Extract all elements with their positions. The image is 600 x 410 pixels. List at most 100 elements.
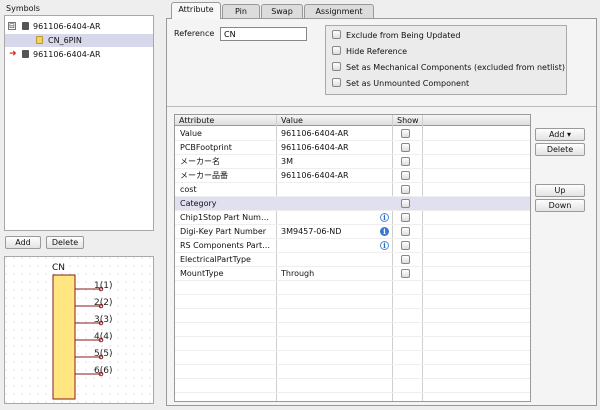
collapse-icon[interactable]: ⊟ [8,22,16,30]
attribute-cell[interactable]: Digi-Key Part Number [180,225,274,239]
value-cell[interactable]: 961106-6404-AR [281,169,381,183]
tab-pin[interactable]: Pin [222,4,260,18]
delete-symbol-button[interactable]: Delete [46,236,84,249]
attribute-cell[interactable]: MountType [180,267,274,281]
show-checkbox[interactable] [401,185,410,194]
tree-node-label: CN_6PIN [48,36,82,45]
pin-name: (5) [100,349,113,359]
table-row[interactable]: メーカー名 3M [175,155,530,169]
show-checkbox[interactable] [401,143,410,152]
pin-label: 3(3) [94,315,112,325]
column-header-attribute[interactable]: Attribute [175,115,277,126]
table-row[interactable]: Category [175,197,530,211]
pin-name: (4) [100,332,113,342]
symbol-body [52,274,76,400]
part-icon [22,50,29,58]
column-header-value[interactable]: Value [277,115,393,126]
pin-label: 1(1) [94,281,112,291]
attribute-cell[interactable]: Value [180,127,274,141]
value-cell[interactable]: Through [281,267,381,281]
move-down-button[interactable]: Down [535,199,585,212]
tab-attribute[interactable]: Attribute [171,2,221,19]
hide-reference-option[interactable]: Hide Reference [332,46,407,58]
info-icon[interactable]: i [380,227,389,236]
attribute-cell[interactable]: cost [180,183,274,197]
pin-name: (2) [100,298,113,308]
option-label: Hide Reference [346,47,408,56]
add-attribute-button[interactable]: Add ▾ [535,128,585,141]
value-cell[interactable] [281,239,381,253]
exclude-update-option[interactable]: Exclude from Being Updated [332,30,460,42]
column-header-show[interactable]: Show [393,115,423,126]
tab-assignment[interactable]: Assignment [304,4,374,18]
checkbox[interactable] [332,46,341,55]
table-row[interactable]: PCBFootprint 961106-6404-AR [175,141,530,155]
table-row[interactable]: Chip1Stop Part Num… i [175,211,530,225]
show-checkbox[interactable] [401,269,410,278]
column-header-filler [423,115,530,126]
option-label: Set as Unmounted Component [346,79,470,88]
checkbox[interactable] [332,78,341,87]
value-cell[interactable] [281,183,381,197]
show-checkbox[interactable] [401,157,410,166]
reference-input[interactable] [220,27,307,41]
table-row[interactable]: Value 961106-6404-AR [175,127,530,141]
add-symbol-button[interactable]: Add [5,236,41,249]
options-box: Exclude from Being Updated Hide Referenc… [325,25,567,95]
attribute-cell[interactable]: メーカー品番 [180,169,274,183]
empty-row [175,379,530,393]
delete-attribute-button[interactable]: Delete [535,143,585,156]
empty-row [175,323,530,337]
attribute-cell[interactable]: RS Components Part… [180,239,274,253]
show-checkbox[interactable] [401,199,410,208]
tab-swap[interactable]: Swap [261,4,303,18]
value-cell[interactable]: 961106-6404-AR [281,141,381,155]
show-checkbox[interactable] [401,255,410,264]
value-cell[interactable]: 961106-6404-AR [281,127,381,141]
table-row[interactable]: メーカー品番 961106-6404-AR [175,169,530,183]
pin-label: 4(4) [94,332,112,342]
value-cell[interactable] [281,253,381,267]
show-checkbox[interactable] [401,241,410,250]
value-cell[interactable]: 3M9457-06-ND [281,225,381,239]
tree-node-part[interactable]: ➜ 961106-6404-AR [5,48,153,61]
info-icon[interactable]: i [380,213,389,222]
value-cell[interactable] [281,211,381,225]
tree-node-root[interactable]: ⊟ 961106-6404-AR [5,20,153,33]
attribute-cell[interactable]: メーカー名 [180,155,274,169]
attribute-grid[interactable]: Attribute Value Show Value 961106-6404-AR… [174,114,531,402]
checkbox[interactable] [332,62,341,71]
value-cell[interactable]: 3M [281,155,381,169]
show-checkbox[interactable] [401,213,410,222]
empty-row [175,309,530,323]
table-row[interactable]: Digi-Key Part Number 3M9457-06-ND i [175,225,530,239]
value-cell[interactable] [281,197,381,211]
unmounted-option[interactable]: Set as Unmounted Component [332,78,469,90]
mechanical-option[interactable]: Set as Mechanical Components (excluded f… [332,62,565,74]
show-checkbox[interactable] [401,171,410,180]
symbol-preview-canvas: 1(1) 2(2) 3(3) 4(4) 5(5) 6(6) [5,257,153,403]
part-icon [22,22,29,30]
table-row[interactable]: RS Components Part… i [175,239,530,253]
attribute-cell[interactable]: Chip1Stop Part Num… [180,211,274,225]
empty-row [175,281,530,295]
move-up-button[interactable]: Up [535,184,585,197]
show-checkbox[interactable] [401,227,410,236]
tree-node-symbol[interactable]: CN_6PIN [5,34,153,47]
pin-name: (3) [100,315,113,325]
symbols-panel-title: Symbols [6,4,40,13]
attribute-cell[interactable]: PCBFootprint [180,141,274,155]
table-row[interactable]: MountType Through [175,267,530,281]
attribute-cell[interactable]: ElectricalPartType [180,253,274,267]
table-row[interactable]: cost [175,183,530,197]
checkbox[interactable] [332,30,341,39]
show-checkbox[interactable] [401,129,410,138]
empty-row [175,295,530,309]
pin-label: 5(5) [94,349,112,359]
table-row[interactable]: ElectricalPartType [175,253,530,267]
tree-node-label: 961106-6404-AR [33,22,101,31]
symbol-ref-label: CN [52,263,66,273]
info-icon[interactable]: i [380,241,389,250]
symbols-tree[interactable]: ⊟ 961106-6404-AR CN_6PIN ➜ 961106-6404-A… [4,15,154,231]
attribute-cell[interactable]: Category [180,197,274,211]
